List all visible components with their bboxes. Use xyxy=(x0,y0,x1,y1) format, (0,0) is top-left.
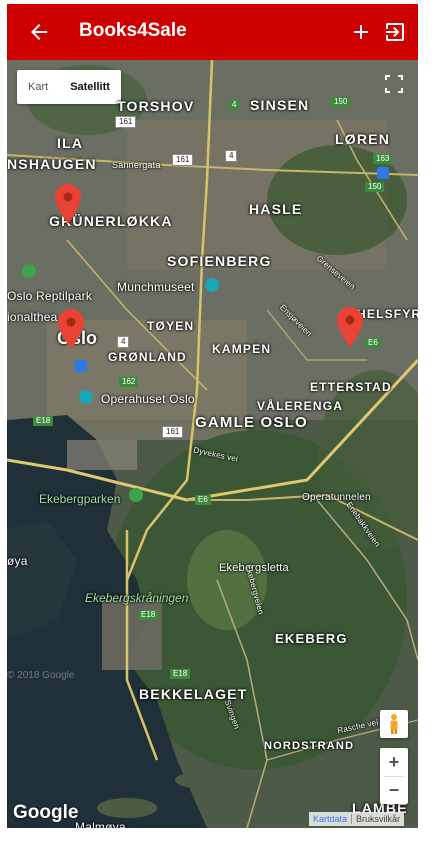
road-badge: 150 xyxy=(365,182,385,192)
map-label-munchmuseet: Munchmuseet xyxy=(117,280,195,294)
map-label-ekebergparken: Ekebergparken xyxy=(39,492,121,506)
road-badge: E18 xyxy=(138,610,159,620)
map-label-sannergata: Sannergata xyxy=(112,160,161,170)
map-label-nordstrand: NORDSTRAND xyxy=(264,740,355,752)
park-icon[interactable] xyxy=(129,488,143,502)
road-badge: 161 xyxy=(162,426,184,438)
road-badge: 4 xyxy=(229,100,240,110)
museum-icon[interactable] xyxy=(205,278,219,292)
road-badge: E18 xyxy=(33,416,54,426)
music-venue-icon[interactable] xyxy=(79,390,93,404)
transit-icon[interactable] xyxy=(75,360,87,372)
zoom-in-button[interactable]: + xyxy=(380,748,408,776)
zoom-divider xyxy=(384,776,404,777)
plus-icon[interactable] xyxy=(349,20,373,44)
map-label-ekebergskraningen: Ekebergskråningen xyxy=(85,591,189,605)
park-icon[interactable] xyxy=(22,264,36,278)
map-label-ionalthea: ionalthea xyxy=(7,310,58,324)
map-label-toyen: TØYEN xyxy=(147,319,195,333)
fullscreen-icon[interactable] xyxy=(380,70,408,98)
road-badge: E6 xyxy=(365,338,381,348)
zoom-control: + − xyxy=(380,748,408,804)
map-label-etterstad: ETTERSTAD xyxy=(310,380,392,394)
map-label-gamle-oslo: GAMLE OSLO xyxy=(195,414,308,431)
road-badge: E6 xyxy=(195,495,211,505)
map-label-operatunnelen: Operatunnelen xyxy=(302,492,371,503)
map-label-oya: øya xyxy=(7,554,28,568)
map-label-hasle: HASLE xyxy=(249,201,303,217)
road-badge: 161 xyxy=(172,154,194,166)
map-label-nshaugen: NSHAUGEN xyxy=(7,156,97,172)
arrow-back-icon[interactable] xyxy=(27,20,51,44)
map-label-kampen: KAMPEN xyxy=(212,342,272,356)
map-label-valerenga: VÅLERENGA xyxy=(257,399,344,413)
map-label-sinsen: SINSEN xyxy=(250,97,310,113)
road-badge: 161 xyxy=(115,116,137,128)
transit-icon[interactable] xyxy=(377,167,389,179)
exit-to-app-icon[interactable] xyxy=(383,20,407,44)
terms-link[interactable]: Bruksvilkår xyxy=(352,814,404,824)
satellite-imagery xyxy=(7,60,418,828)
map-label-gronland: GRØNLAND xyxy=(108,350,187,364)
app-bar: Books4Sale xyxy=(7,4,418,60)
map-type-control: Kart Satellitt xyxy=(17,70,121,104)
road-badge: 163 xyxy=(373,154,393,164)
book-location-marker-icon[interactable] xyxy=(55,184,81,224)
map-copyright-watermark: © 2018 Google xyxy=(7,670,75,681)
map-data-link[interactable]: Kartdata xyxy=(309,814,353,824)
satellite-map[interactable]: Kart Satellitt TORSHOV SINSEN LØREN ILA … xyxy=(7,60,418,828)
map-label-oslo-reptilpark: Oslo Reptilpark xyxy=(7,289,93,303)
app-frame: Books4Sale Kart Satellitt TORSHOV SINSEN… xyxy=(7,4,418,828)
google-logo: Google xyxy=(13,802,79,823)
map-label-sofienberg: SOFIENBERG xyxy=(167,253,272,269)
map-label-malmoya: Malmøya xyxy=(75,820,126,828)
map-label-operahuset: Operahuset Oslo xyxy=(101,392,195,406)
map-label-loren: LØREN xyxy=(335,131,390,147)
road-badge: 4 xyxy=(225,150,238,162)
street-view-pegman-icon[interactable] xyxy=(380,710,408,738)
map-label-helsfyr: HELSFYR xyxy=(357,307,418,321)
map-label-ekeberg: EKEBERG xyxy=(275,631,348,646)
road-badge: 4 xyxy=(117,336,130,348)
book-location-marker-icon[interactable] xyxy=(58,309,84,349)
map-label-ila: ILA xyxy=(57,135,84,151)
zoom-out-button[interactable]: − xyxy=(380,776,408,804)
page-title: Books4Sale xyxy=(79,20,187,41)
road-badge: 162 xyxy=(119,377,139,387)
map-attribution: Kartdata Bruksvilkår xyxy=(309,812,405,826)
map-label-torshov: TORSHOV xyxy=(117,98,195,114)
book-location-marker-icon[interactable] xyxy=(337,307,363,347)
map-type-option-satellite[interactable]: Satellitt xyxy=(59,70,121,104)
map-type-option-map[interactable]: Kart xyxy=(17,70,59,104)
road-badge: 150 xyxy=(331,97,351,107)
road-badge: E18 xyxy=(170,669,191,679)
